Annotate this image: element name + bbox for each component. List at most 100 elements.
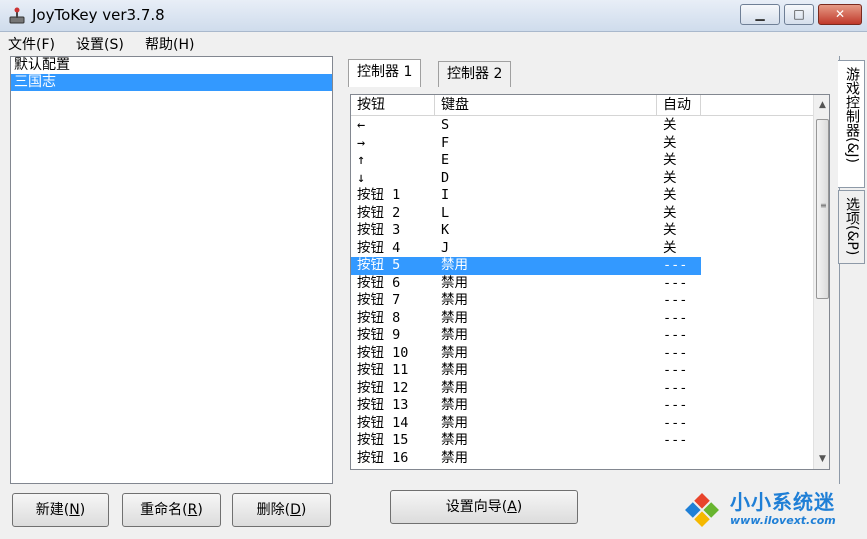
row-key-cell: D — [441, 169, 450, 186]
table-row[interactable]: 按钮 5 禁用 --- — [351, 257, 701, 275]
row-key-cell: 禁用 — [441, 414, 468, 431]
tab-game-controller[interactable]: 游戏控制器(&J) — [838, 60, 865, 188]
profile-item-default[interactable]: 默认配置 — [11, 57, 332, 74]
row-button-cell: 按钮 2 — [357, 204, 401, 221]
table-row[interactable]: 按钮 13 禁用 --- — [351, 397, 813, 415]
site-watermark: 小小系统迷 www.ilovext.com — [676, 484, 867, 539]
tab-controller-2[interactable]: 控制器 2 — [438, 61, 512, 87]
menu-settings[interactable]: 设置(S) — [76, 34, 124, 54]
table-row[interactable]: 按钮 7 禁用 --- — [351, 292, 813, 310]
row-key-cell: 禁用 — [441, 274, 468, 291]
close-button[interactable]: ✕ — [818, 4, 862, 25]
row-auto-cell: --- — [663, 414, 688, 431]
scroll-up-arrow-icon[interactable]: ▲ — [814, 97, 829, 114]
table-row[interactable]: 按钮 9 禁用 --- — [351, 327, 813, 345]
row-auto-cell: --- — [663, 362, 688, 378]
column-header-keyboard[interactable]: 键盘 — [435, 95, 657, 116]
row-key-cell: 禁用 — [441, 344, 468, 361]
row-auto-cell: --- — [663, 379, 688, 396]
row-key-cell: I — [441, 187, 450, 203]
table-row[interactable]: 按钮 2 L 关 — [351, 205, 813, 223]
table-row[interactable]: ← S 关 — [351, 117, 813, 135]
row-key-cell: 禁用 — [441, 397, 468, 413]
button-mapping-list[interactable]: 按钮 键盘 自动 ← S 关 → F 关 ↑ E 关 ↓ D 关按钮 1 I 关按钮 2 L 关按钮 3K关按… — [350, 94, 830, 470]
row-key-cell: 禁用 — [441, 327, 468, 343]
row-button-cell: ↑ — [357, 152, 366, 168]
menu-file[interactable]: 文件(F) — [8, 34, 55, 54]
row-button-cell: 按钮 11 — [357, 362, 409, 378]
profile-list[interactable]: 默认配置 三国志 — [10, 56, 333, 484]
row-button-cell: 按钮 3 — [357, 222, 401, 238]
delete-button-label: 删除( — [256, 502, 291, 518]
setup-wizard-button[interactable]: 设置向导(A) — [390, 490, 578, 524]
table-row[interactable]: 按钮 1 I 关 — [351, 187, 813, 205]
maximize-button[interactable]: □ — [784, 4, 814, 25]
new-button-tail: ) — [79, 502, 86, 518]
table-row[interactable]: ↓ D 关 — [351, 170, 813, 188]
row-key-cell: L — [441, 204, 450, 221]
new-button-label: 新建( — [35, 502, 70, 518]
column-header-auto[interactable]: 自动 — [657, 95, 701, 116]
table-row[interactable]: 按钮 11 禁用 --- — [351, 362, 813, 380]
table-row[interactable]: 按钮 14 禁用 --- — [351, 415, 813, 433]
table-row[interactable]: ↑ E 关 — [351, 152, 813, 170]
rename-button[interactable]: 重命名(R) — [122, 493, 221, 527]
tab-options[interactable]: 选项(&P) — [838, 190, 865, 264]
wizard-button-tail: ) — [516, 499, 523, 515]
table-row[interactable]: → F 关 — [351, 135, 813, 153]
minimize-icon: ▁ — [755, 7, 765, 21]
delete-button-tail: ) — [300, 502, 307, 518]
row-key-cell: 禁用 — [441, 432, 468, 448]
minimize-button[interactable]: ▁ — [740, 4, 780, 25]
table-row[interactable]: 按钮 16 禁用 — [351, 450, 813, 468]
row-key-cell: K — [441, 222, 450, 238]
row-key-cell: 禁用 — [441, 379, 468, 396]
delete-button[interactable]: 删除(D) — [232, 493, 331, 527]
close-icon: ✕ — [834, 7, 846, 21]
new-button-hotkey: N — [69, 502, 80, 518]
row-key-cell: E — [441, 152, 450, 168]
table-row[interactable]: 按钮 10 禁用 --- — [351, 345, 813, 363]
list-body: ← S 关 → F 关 ↑ E 关 ↓ D 关按钮 1 I 关按钮 2 L 关按钮 3 K 关按钮 4 J 关按钮 5… — [351, 117, 813, 467]
window-title: JoyToKey ver3.7.8 — [32, 6, 165, 24]
row-button-cell: 按钮 7 — [357, 292, 401, 308]
vertical-scrollbar[interactable]: ▲ ≡ ▼ — [813, 95, 829, 469]
row-auto-cell: 关 — [663, 117, 677, 133]
row-button-cell: ← — [357, 117, 366, 133]
row-button-cell: 按钮 4 — [357, 239, 401, 256]
row-button-cell: 按钮 8 — [357, 309, 401, 326]
menu-help[interactable]: 帮助(H) — [145, 34, 194, 54]
watermark-url: www.ilovext.com — [730, 514, 836, 527]
row-button-cell: 按钮 15 — [357, 432, 409, 448]
wizard-button-label: 设置向导( — [445, 499, 508, 515]
row-button-cell: 按钮 5 — [357, 257, 401, 273]
scroll-thumb[interactable]: ≡ — [816, 119, 829, 299]
row-key-cell: 禁用 — [441, 292, 468, 308]
row-auto-cell: 关 — [663, 152, 677, 168]
row-key-cell: 禁用 — [441, 309, 468, 326]
table-row[interactable]: 按钮 12 禁用 --- — [351, 380, 813, 398]
row-key-cell: 禁用 — [441, 449, 468, 466]
table-row[interactable]: 按钮 6 禁用 --- — [351, 275, 813, 293]
table-row[interactable]: 按钮 4 J 关 — [351, 240, 813, 258]
row-auto-cell: --- — [663, 344, 688, 361]
row-button-cell: 按钮 14 — [357, 414, 409, 431]
table-row[interactable]: 按钮 15 禁用 --- — [351, 432, 813, 450]
row-auto-cell: 关 — [663, 187, 677, 203]
row-auto-cell: 关 — [663, 222, 677, 238]
table-row[interactable]: 按钮 8 禁用 --- — [351, 310, 813, 328]
row-auto-cell: --- — [663, 292, 688, 308]
column-header-button[interactable]: 按钮 — [351, 95, 435, 116]
title-bar: JoyToKey ver3.7.8 ▁ □ ✕ — [0, 0, 867, 32]
new-button[interactable]: 新建(N) — [12, 493, 109, 527]
row-auto-cell: --- — [663, 274, 688, 291]
scroll-down-arrow-icon[interactable]: ▼ — [814, 451, 829, 468]
tab-controller-1[interactable]: 控制器 1 — [348, 59, 422, 87]
watermark-title: 小小系统迷 — [730, 490, 835, 514]
delete-button-hotkey: D — [290, 502, 301, 518]
row-key-cell: 禁用 — [441, 257, 468, 273]
row-key-cell: 禁用 — [441, 362, 468, 378]
table-row[interactable]: 按钮 3 K 关 — [351, 222, 813, 240]
wizard-button-hotkey: A — [507, 499, 517, 515]
profile-item-sanguozhi[interactable]: 三国志 — [11, 74, 332, 91]
